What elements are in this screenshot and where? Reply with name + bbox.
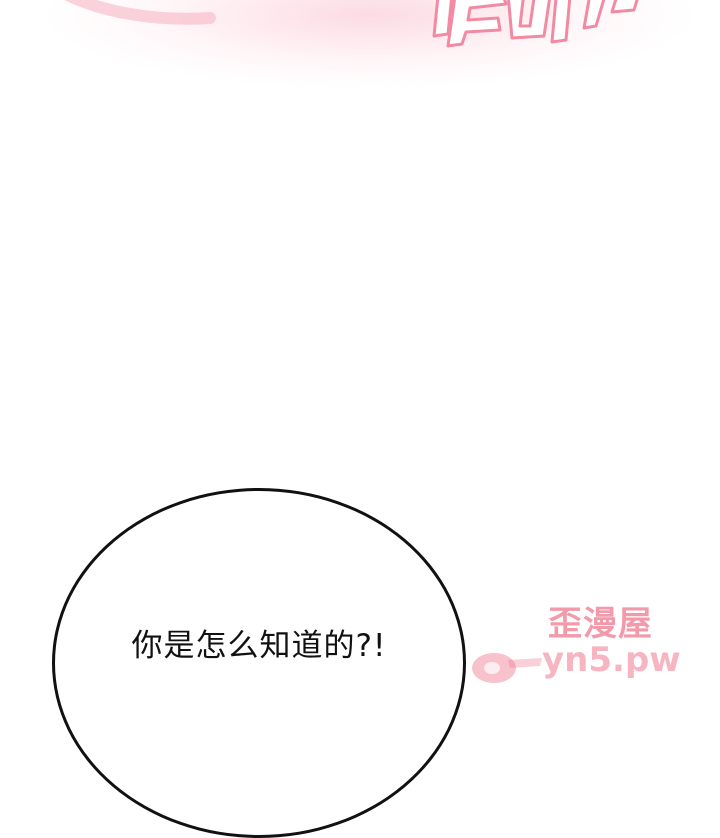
watermark: 歪漫屋 yn5.pw — [470, 588, 720, 700]
speech-bubble-text: 你是怎么知道的?! — [131, 628, 387, 664]
watermark-url: yn5.pw — [542, 640, 681, 680]
watermark-logo-icon — [472, 653, 542, 683]
sfx-lettering — [64, 0, 639, 48]
watermark-title: 歪漫屋 — [548, 604, 653, 644]
